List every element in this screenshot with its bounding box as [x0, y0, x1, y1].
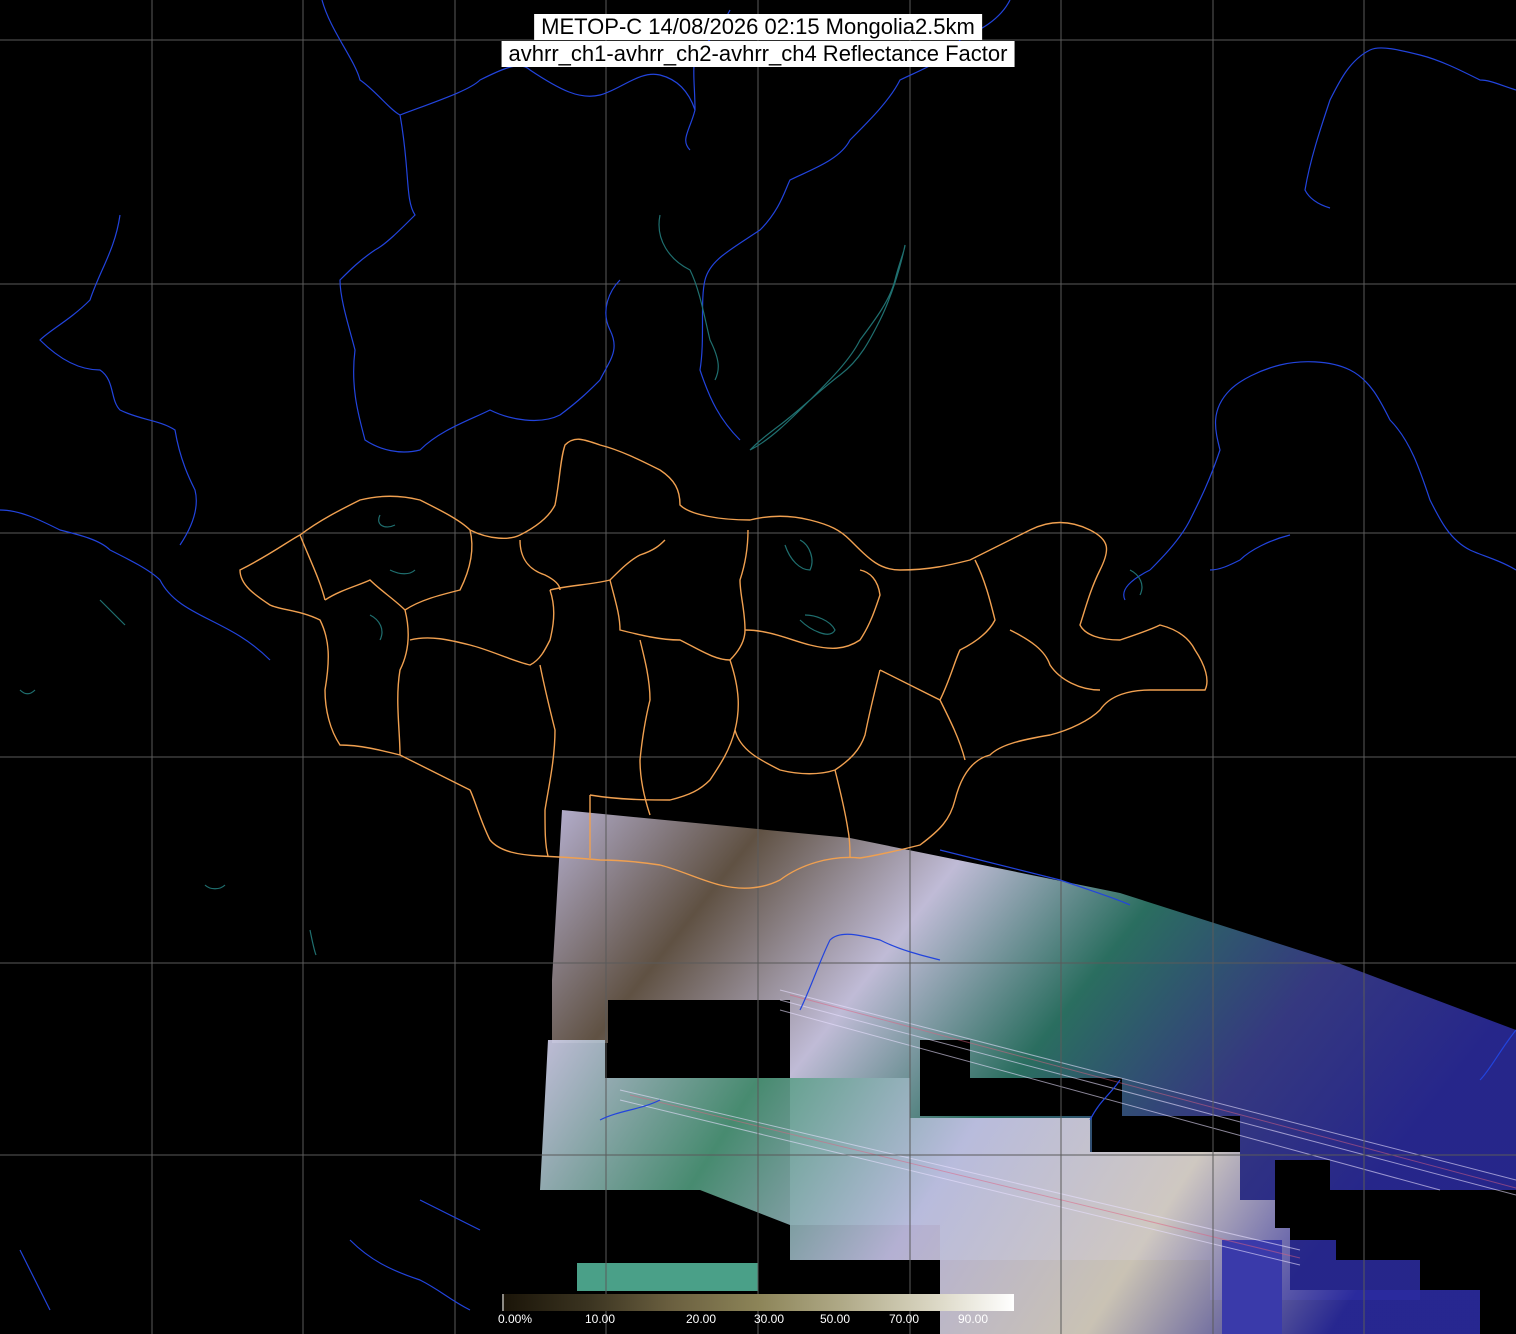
colorbar-tick-label: 50.00 [820, 1312, 851, 1326]
swath-cutout [1092, 1116, 1240, 1152]
colorbar-tick-label: 90.00 [958, 1312, 989, 1326]
swath-cutout [608, 1002, 788, 1040]
colorbar-tick-label: 10.00 [585, 1312, 616, 1326]
map-subtitle: avhrr_ch1-avhrr_ch2-avhrr_ch4 Reflectanc… [501, 41, 1015, 67]
satellite-swath [540, 810, 1516, 1334]
colorbar-tick-label: 30.00 [754, 1312, 785, 1326]
colorbar-tick-label: 70.00 [889, 1312, 920, 1326]
country-borders [239, 438, 1208, 889]
map-title: METOP-C 14/08/2026 02:15 Mongolia2.5km [534, 14, 982, 40]
colorbar-tick-label: 20.00 [686, 1312, 717, 1326]
swath-cutout [1275, 1160, 1330, 1228]
satellite-map [0, 0, 1516, 1334]
colorbar-gradient [502, 1294, 1014, 1311]
swath-strip [1222, 1240, 1282, 1334]
colorbar-tick-label: 0.00% [498, 1312, 533, 1326]
swath-strip [577, 1263, 758, 1291]
colorbar [502, 1294, 1014, 1311]
